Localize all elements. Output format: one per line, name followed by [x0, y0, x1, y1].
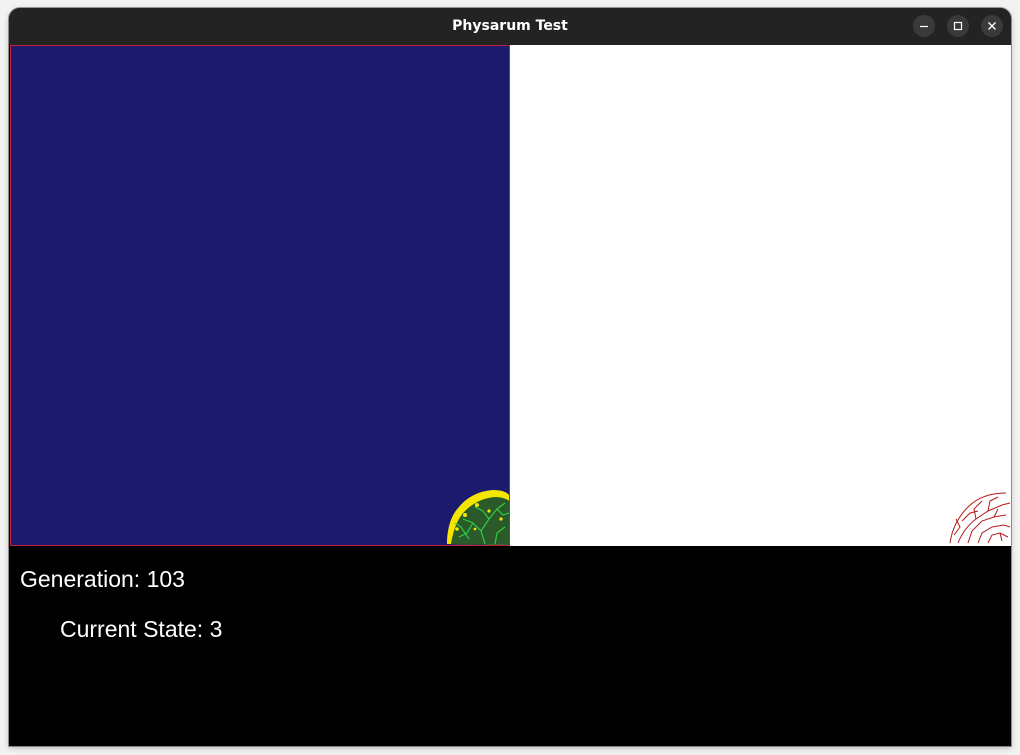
title-bar[interactable]: Physarum Test: [9, 8, 1011, 45]
minimize-button[interactable]: [913, 15, 935, 37]
app-window: Physarum Test Generation: 103 Current St…: [9, 8, 1011, 746]
trail-map-view[interactable]: [510, 45, 1011, 546]
current-state-label: Current State: 3: [60, 616, 223, 642]
generation-counter: Generation: 103: [20, 566, 185, 592]
close-icon: [988, 22, 996, 30]
maximize-icon: [953, 21, 963, 31]
minimize-icon: [920, 25, 928, 28]
window-title: Physarum Test: [452, 18, 568, 34]
physarum-growth-cluster: [447, 490, 509, 545]
simulation-field-view[interactable]: [10, 45, 510, 546]
trail-network: [949, 492, 1011, 544]
close-button[interactable]: [981, 15, 1003, 37]
maximize-button[interactable]: [947, 15, 969, 37]
